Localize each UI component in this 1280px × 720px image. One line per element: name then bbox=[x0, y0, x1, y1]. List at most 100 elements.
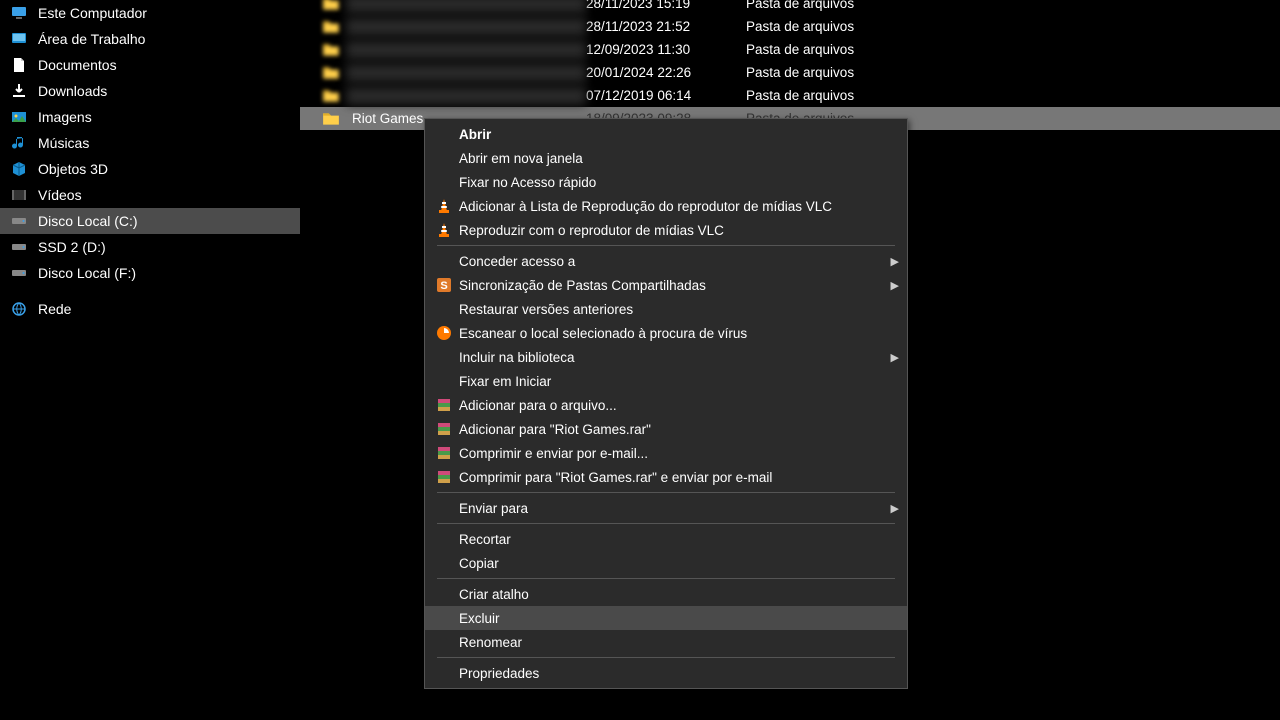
file-type: Pasta de arquivos bbox=[746, 65, 966, 80]
folder-icon bbox=[316, 107, 346, 130]
context-item[interactable]: Restaurar versões anteriores bbox=[425, 297, 907, 321]
sidebar-item-label: Este Computador bbox=[38, 5, 147, 21]
drive-icon bbox=[10, 238, 28, 256]
sidebar-item-pictures[interactable]: Imagens bbox=[0, 104, 300, 130]
sidebar-item-music[interactable]: Músicas bbox=[0, 130, 300, 156]
file-type: Pasta de arquivos bbox=[746, 0, 966, 11]
sidebar-item-disk-c[interactable]: Disco Local (C:) bbox=[0, 208, 300, 234]
file-type: Pasta de arquivos bbox=[746, 42, 966, 57]
submenu-arrow-icon: ▶ bbox=[883, 279, 899, 292]
winrar-icon bbox=[433, 468, 455, 486]
submenu-arrow-icon: ▶ bbox=[883, 502, 899, 515]
file-row[interactable]: 28/11/2023 15:19Pasta de arquivos bbox=[300, 0, 1280, 15]
context-separator bbox=[437, 578, 895, 579]
file-date: 28/11/2023 21:52 bbox=[586, 19, 746, 34]
vlc-icon bbox=[433, 197, 455, 215]
sidebar-item-documents[interactable]: Documentos bbox=[0, 52, 300, 78]
context-label: Reproduzir com o reprodutor de mídias VL… bbox=[459, 223, 883, 238]
sidebar-item-downloads[interactable]: Downloads bbox=[0, 78, 300, 104]
context-label: Enviar para bbox=[459, 501, 883, 516]
videos-icon bbox=[10, 186, 28, 204]
context-label: Criar atalho bbox=[459, 587, 883, 602]
context-separator bbox=[437, 245, 895, 246]
context-item[interactable]: Adicionar para o arquivo... bbox=[425, 393, 907, 417]
context-item[interactable]: Copiar bbox=[425, 551, 907, 575]
sidebar-item-label: Downloads bbox=[38, 83, 107, 99]
context-item[interactable]: Adicionar à Lista de Reprodução do repro… bbox=[425, 194, 907, 218]
context-item[interactable]: Abrir em nova janela bbox=[425, 146, 907, 170]
context-label: Adicionar à Lista de Reprodução do repro… bbox=[459, 199, 883, 214]
winrar-icon bbox=[433, 396, 455, 414]
context-item[interactable]: Abrir bbox=[425, 122, 907, 146]
folder-icon bbox=[316, 38, 346, 61]
context-item[interactable]: Renomear bbox=[425, 630, 907, 654]
file-row[interactable]: 07/12/2019 06:14Pasta de arquivos bbox=[300, 84, 1280, 107]
context-item[interactable]: Incluir na biblioteca▶ bbox=[425, 345, 907, 369]
context-item[interactable]: Enviar para▶ bbox=[425, 496, 907, 520]
desktop-icon bbox=[10, 30, 28, 48]
file-name bbox=[346, 41, 586, 59]
file-date: 12/09/2023 11:30 bbox=[586, 42, 746, 57]
file-type: Pasta de arquivos bbox=[746, 19, 966, 34]
context-item[interactable]: Comprimir e enviar por e-mail... bbox=[425, 441, 907, 465]
context-item[interactable]: Conceder acesso a▶ bbox=[425, 249, 907, 273]
file-name bbox=[346, 64, 586, 82]
pictures-icon bbox=[10, 108, 28, 126]
winrar-icon bbox=[433, 444, 455, 462]
sidebar-item-label: Imagens bbox=[38, 109, 92, 125]
submenu-arrow-icon: ▶ bbox=[883, 255, 899, 268]
context-label: Incluir na biblioteca bbox=[459, 350, 883, 365]
submenu-arrow-icon: ▶ bbox=[883, 351, 899, 364]
context-label: Comprimir para "Riot Games.rar" e enviar… bbox=[459, 470, 883, 485]
folder-icon bbox=[316, 15, 346, 38]
sidebar-item-network[interactable]: Rede bbox=[0, 296, 300, 322]
docs-icon bbox=[10, 56, 28, 74]
context-label: Fixar no Acesso rápido bbox=[459, 175, 883, 190]
objects3d-icon bbox=[10, 160, 28, 178]
context-item[interactable]: Criar atalho bbox=[425, 582, 907, 606]
context-item[interactable]: Recortar bbox=[425, 527, 907, 551]
file-date: 28/11/2023 15:19 bbox=[586, 0, 746, 11]
music-icon bbox=[10, 134, 28, 152]
file-name bbox=[346, 0, 586, 13]
sidebar-item-label: Área de Trabalho bbox=[38, 31, 145, 47]
context-item[interactable]: Adicionar para "Riot Games.rar" bbox=[425, 417, 907, 441]
sidebar-item-disk-f[interactable]: Disco Local (F:) bbox=[0, 260, 300, 286]
context-item[interactable]: Propriedades bbox=[425, 661, 907, 685]
file-date: 20/01/2024 22:26 bbox=[586, 65, 746, 80]
folder-icon bbox=[316, 0, 346, 15]
context-label: Propriedades bbox=[459, 666, 883, 681]
file-row[interactable]: 12/09/2023 11:30Pasta de arquivos bbox=[300, 38, 1280, 61]
sidebar-item-label: Documentos bbox=[38, 57, 117, 73]
sidebar-item-disk-d[interactable]: SSD 2 (D:) bbox=[0, 234, 300, 260]
pc-icon bbox=[10, 4, 28, 22]
context-item[interactable]: Reproduzir com o reprodutor de mídias VL… bbox=[425, 218, 907, 242]
context-label: Recortar bbox=[459, 532, 883, 547]
file-type: Pasta de arquivos bbox=[746, 88, 966, 103]
sidebar-navpane: Este Computador Área de Trabalho Documento… bbox=[0, 0, 300, 720]
context-item[interactable]: Excluir bbox=[425, 606, 907, 630]
context-item[interactable]: Escanear o local selecionado à procura d… bbox=[425, 321, 907, 345]
context-label: Conceder acesso a bbox=[459, 254, 883, 269]
sidebar-item-label: Músicas bbox=[38, 135, 89, 151]
context-item[interactable]: Sincronização de Pastas Compartilhadas▶ bbox=[425, 273, 907, 297]
sidebar-item-videos[interactable]: Vídeos bbox=[0, 182, 300, 208]
file-row[interactable]: 28/11/2023 21:52Pasta de arquivos bbox=[300, 15, 1280, 38]
sidebar-item-this-pc[interactable]: Este Computador bbox=[0, 0, 300, 26]
drive-icon bbox=[10, 212, 28, 230]
context-item[interactable]: Fixar em Iniciar bbox=[425, 369, 907, 393]
sync-icon bbox=[433, 276, 455, 294]
context-label: Adicionar para o arquivo... bbox=[459, 398, 883, 413]
context-label: Fixar em Iniciar bbox=[459, 374, 883, 389]
context-item[interactable]: Comprimir para "Riot Games.rar" e enviar… bbox=[425, 465, 907, 489]
sidebar-item-objects3d[interactable]: Objetos 3D bbox=[0, 156, 300, 182]
network-icon bbox=[10, 300, 28, 318]
sidebar-item-desktop[interactable]: Área de Trabalho bbox=[0, 26, 300, 52]
context-label: Escanear o local selecionado à procura d… bbox=[459, 326, 883, 341]
context-label: Adicionar para "Riot Games.rar" bbox=[459, 422, 883, 437]
context-item[interactable]: Fixar no Acesso rápido bbox=[425, 170, 907, 194]
file-row[interactable]: 20/01/2024 22:26Pasta de arquivos bbox=[300, 61, 1280, 84]
folder-icon bbox=[316, 84, 346, 107]
file-name bbox=[346, 18, 586, 36]
context-label: Excluir bbox=[459, 611, 883, 626]
